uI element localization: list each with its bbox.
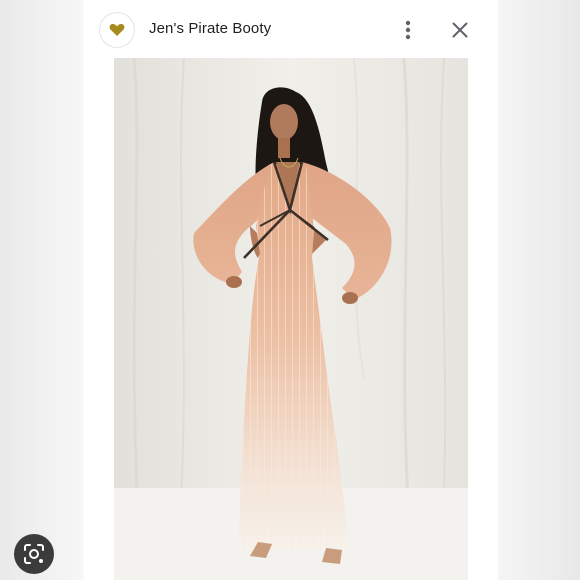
model-in-peach-dress-image bbox=[114, 58, 468, 580]
close-icon bbox=[452, 22, 468, 38]
more-vert-icon bbox=[405, 20, 411, 40]
lens-search-icon bbox=[24, 544, 44, 564]
product-photo[interactable] bbox=[114, 58, 468, 580]
lens-search-button[interactable] bbox=[14, 534, 54, 574]
header: Jen's Pirate Booty bbox=[84, 0, 498, 58]
site-favicon[interactable] bbox=[100, 13, 134, 47]
more-options-button[interactable] bbox=[394, 16, 422, 44]
close-button[interactable] bbox=[446, 16, 474, 44]
image-viewer-sheet: Jen's Pirate Booty bbox=[84, 0, 498, 580]
site-name[interactable]: Jen's Pirate Booty bbox=[149, 20, 271, 37]
heart-icon bbox=[109, 23, 125, 36]
